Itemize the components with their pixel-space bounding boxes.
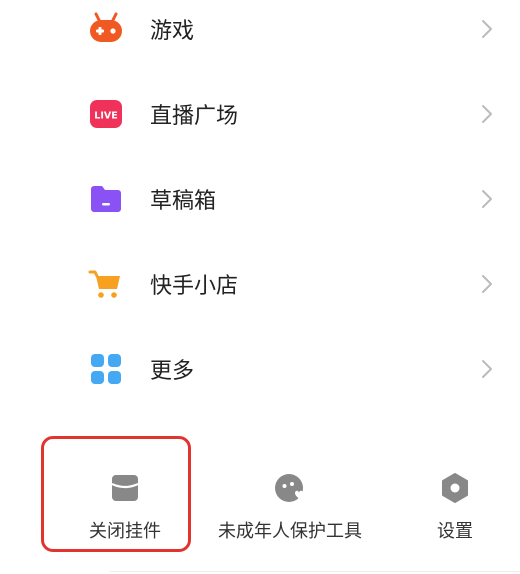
live-icon: LIVE	[90, 100, 122, 128]
minor-protection-button[interactable]: 未成年人保护工具	[200, 465, 380, 555]
shopping-cart-icon	[88, 270, 120, 298]
settings-hexagon-icon	[442, 473, 468, 503]
chevron-right-icon	[482, 190, 492, 208]
menu-item-label: 草稿箱	[150, 189, 217, 214]
chevron-right-icon	[482, 275, 492, 293]
game-controller-icon	[90, 12, 122, 42]
widget-box-icon	[111, 475, 139, 501]
menu-item-label: 游戏	[150, 19, 195, 44]
menu-item-label: 更多	[150, 359, 195, 384]
minor-protection-label: 未成年人保护工具	[218, 521, 362, 542]
settings-button[interactable]: 设置	[405, 465, 505, 555]
chevron-right-icon	[482, 360, 492, 378]
settings-label: 设置	[437, 521, 473, 542]
menu-item-drafts[interactable]: 草稿箱	[0, 164, 520, 234]
close-widget-button[interactable]: 关闭挂件	[55, 465, 195, 555]
live-badge-text: LIVE	[94, 111, 117, 122]
bottom-divider	[110, 571, 520, 572]
menu-item-label: 快手小店	[150, 274, 239, 299]
menu-item-live-square[interactable]: LIVE 直播广场	[0, 79, 520, 149]
menu-item-games[interactable]: 游戏	[0, 0, 520, 64]
child-protection-icon	[275, 474, 303, 502]
folder-icon	[91, 186, 121, 212]
close-widget-label: 关闭挂件	[89, 521, 161, 542]
chevron-right-icon	[482, 20, 492, 38]
menu-item-more[interactable]: 更多	[0, 334, 520, 404]
grid-icon	[91, 354, 121, 384]
chevron-right-icon	[482, 105, 492, 123]
menu-item-kuaishou-store[interactable]: 快手小店	[0, 249, 520, 319]
menu-item-label: 直播广场	[150, 104, 239, 129]
